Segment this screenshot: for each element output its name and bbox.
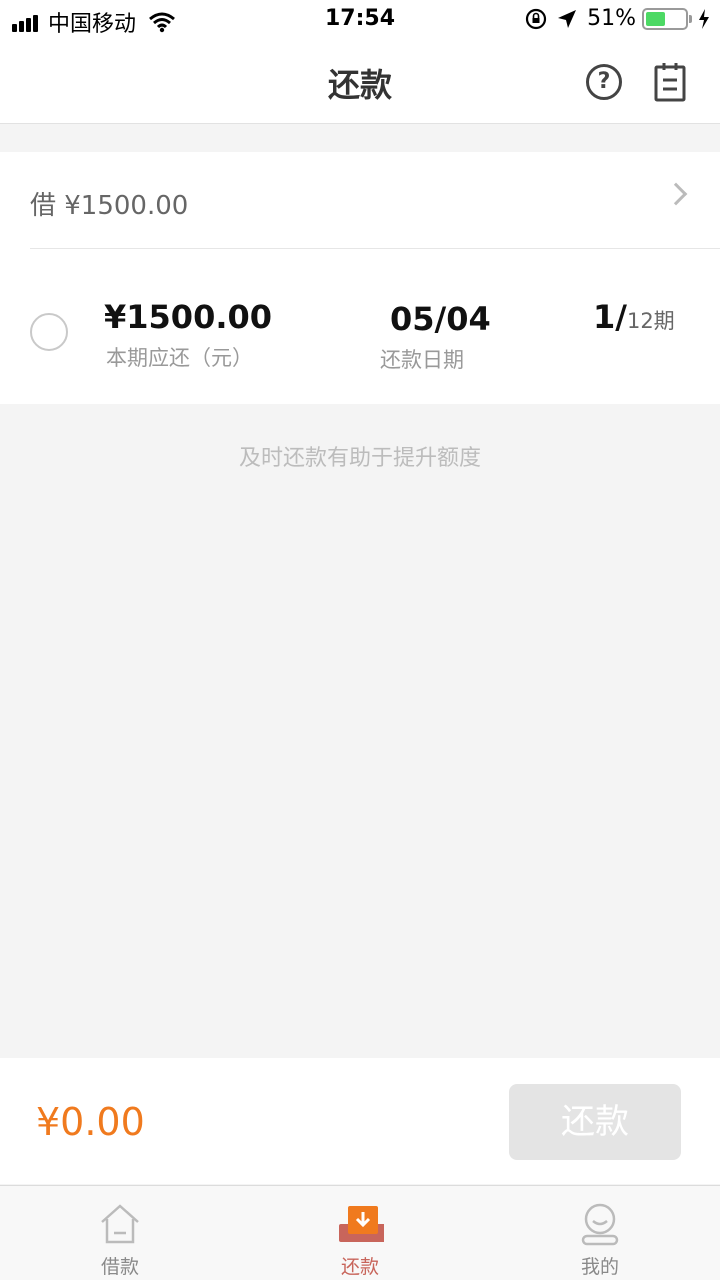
repayment-date: 05/04 (390, 300, 491, 338)
status-bar: 中国移动 17:54 51% (0, 0, 720, 40)
repay-button[interactable]: 还款 (509, 1084, 681, 1160)
tab-label-profile: 我的 (580, 1256, 619, 1278)
tab-borrow[interactable]: 借款 (0, 1186, 240, 1280)
hint-text: 及时还款有助于提升额度 (238, 446, 481, 471)
installment-amount-label: 本期应还（元） (106, 346, 253, 370)
repayment-date-label: 还款日期 (380, 348, 464, 372)
location-icon (558, 9, 577, 28)
tab-label-repay: 还款 (340, 1256, 379, 1278)
loan-total-label: 借 ¥1500.00 (30, 191, 189, 221)
installment-amount: ¥1500.00 (104, 298, 273, 336)
loan-card: 借 ¥1500.00 ¥1500.00 本期应还（元） 05/04 还款日期 1… (0, 152, 720, 404)
battery-percent: 51% (587, 6, 636, 31)
record-icon[interactable] (654, 62, 686, 102)
nav-bar: 还款 ? (0, 40, 720, 124)
tab-repay[interactable]: 还款 (240, 1186, 480, 1280)
profile-icon (581, 1203, 619, 1246)
help-icon[interactable]: ? (586, 64, 622, 100)
loan-header[interactable]: 借 ¥1500.00 (30, 152, 720, 249)
battery-icon (642, 7, 692, 30)
repay-icon (339, 1206, 384, 1242)
installment-select-radio[interactable] (30, 313, 68, 351)
payment-total: ¥0.00 (36, 1100, 145, 1144)
period-current: 1/ (593, 298, 627, 336)
charging-icon (699, 8, 709, 29)
page: 中国移动 17:54 51% 还款 ? 借 ¥1500.00 ¥1500.00 … (0, 0, 720, 1280)
installment-period: 1/12期 (593, 298, 675, 336)
chevron-right-icon (664, 182, 688, 206)
tab-profile[interactable]: 我的 (480, 1186, 720, 1280)
tab-bar: 借款 还款 我的 (0, 1185, 720, 1280)
rotation-lock-icon (525, 8, 547, 29)
status-right: 51% (525, 6, 710, 31)
period-total: 12期 (626, 309, 675, 333)
payment-bar: ¥0.00 还款 (0, 1058, 720, 1184)
house-icon (101, 1204, 139, 1244)
tab-label-borrow: 借款 (100, 1256, 139, 1278)
